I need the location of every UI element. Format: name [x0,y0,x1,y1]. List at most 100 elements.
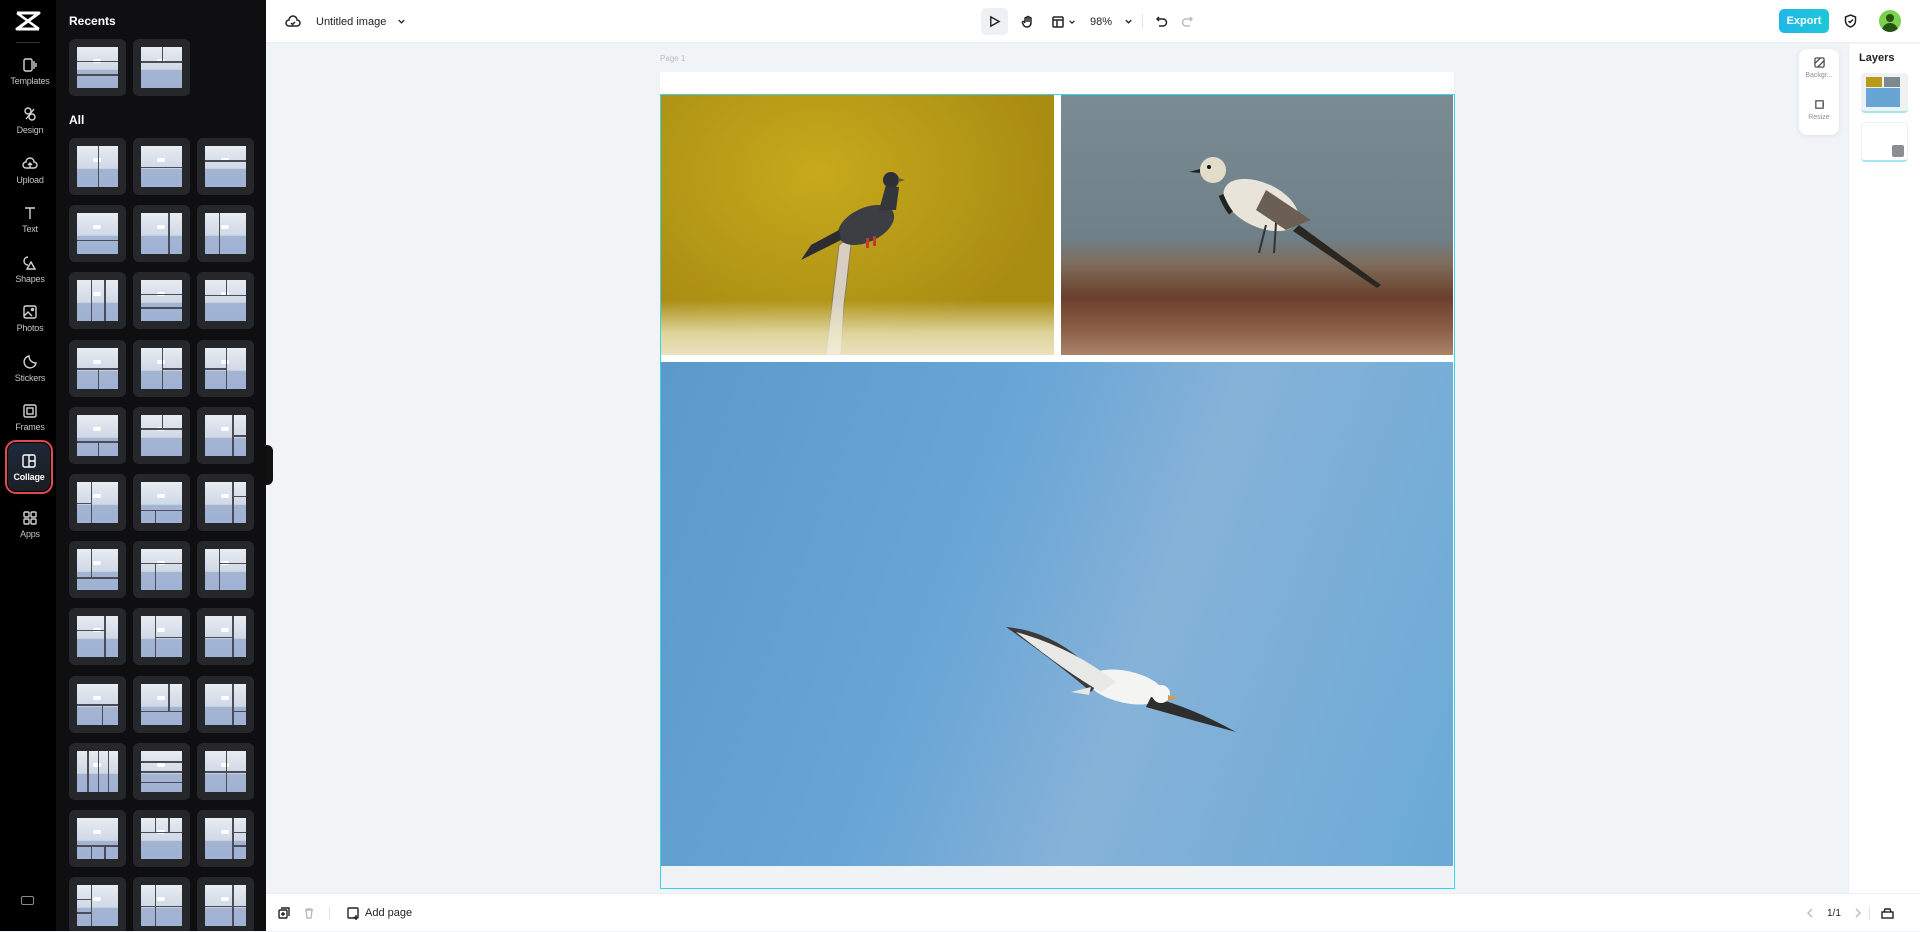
collage-photo-wagtail[interactable] [1061,95,1453,355]
layout-option-3-rows[interactable] [133,272,190,330]
cloud-icon [93,897,101,902]
collage-icon [22,453,36,468]
layout-option-2-left-stack-1-right[interactable] [69,608,126,666]
layout-option-2-top-1-bottom[interactable] [197,272,254,330]
recent-layout-3-rows[interactable] [69,39,126,96]
add-page-icon [347,906,359,920]
rail-item-text[interactable]: Text [8,195,52,243]
resize-button[interactable]: Resize [1799,99,1839,121]
delete-page-button[interactable] [303,894,319,932]
layout-divider [104,616,106,658]
layout-option-1-left-2-right-c[interactable] [197,675,254,733]
collage-panel: Recents All [56,0,266,931]
templates-icon [23,57,37,72]
hand-tool-button[interactable] [1014,8,1041,35]
layout-option-2-left-1-right-b[interactable] [197,608,254,666]
layout-option-1-top-small-1-bottom[interactable] [197,138,254,195]
layout-option-3-top-1-bottom[interactable] [133,810,190,867]
layout-divider [154,562,157,591]
rail-item-shapes[interactable]: Shapes [8,245,52,293]
rail-item-collage[interactable]: Collage [5,440,53,494]
cloud-icon [157,762,165,767]
layout-option-2x2-grid-b[interactable] [133,877,190,931]
page-manager-button[interactable] [1881,894,1894,932]
left-rail: Templates Design Upload Text Shapes Phot… [0,0,56,931]
layout-option-1-left-2-right[interactable] [133,339,190,397]
rail-item-upload[interactable]: Upload [8,146,52,194]
rail-item-templates[interactable]: Templates [8,47,52,95]
layout-divider [168,213,170,255]
layout-option-1-top-2-bottom-split[interactable] [133,541,190,599]
export-button[interactable]: Export [1779,9,1829,33]
background-button[interactable]: Backgr... [1799,57,1839,79]
layout-option-2-columns-left-wide[interactable] [133,205,190,263]
add-page-label: Add page [365,907,413,919]
layout-option-2-top-1-bottom-wide[interactable] [69,541,126,599]
layout-option-3-columns[interactable] [69,272,126,330]
recent-layout-2-top-1-bottom[interactable] [133,39,190,96]
layout-option-2-rows[interactable] [133,138,190,195]
layout-preview [205,482,246,523]
layout-preview [205,146,246,187]
layout-option-2-top-1-bottom-c[interactable] [133,675,190,733]
cloud-icon [93,695,101,700]
layout-divider [232,435,246,437]
document-title[interactable]: Untitled image [316,13,386,31]
select-tool-button[interactable] [981,8,1008,35]
layout-option-2-top-small-1-bottom[interactable] [133,406,190,464]
layout-option-2-columns-right-wide[interactable] [197,205,254,263]
layout-option-1-left-2-right-stack-b[interactable] [133,608,190,666]
rail-item-photos[interactable]: Photos [8,294,52,342]
layout-option-1-top-1-bottom-small[interactable] [69,205,126,263]
layout-option-1-left-2-right-narrow[interactable] [197,474,254,531]
layout-divider [218,562,246,565]
layout-option-4-rows[interactable] [133,742,190,800]
collage-photo-seagull[interactable] [661,362,1453,866]
layout-option-1-top-2-bottom[interactable] [69,339,126,397]
layout-option-2-columns[interactable] [69,138,126,195]
layout-option-2-left-1-right-stack[interactable] [69,474,126,531]
layout-option-1-top-3-bottom[interactable] [69,810,126,867]
layout-option-1-left-2-right-split[interactable] [197,541,254,599]
layout-option-2x2-grid-c[interactable] [197,877,254,931]
layout-option-2x2-grid[interactable] [197,742,254,800]
undo-button[interactable] [1153,12,1171,30]
layout-preview [205,347,246,389]
duplicate-page-icon [278,907,290,919]
zoom-chevron-down-icon[interactable] [1121,14,1135,28]
collage-photo-pigeon[interactable] [661,95,1054,355]
layout-option-3-left-1-right[interactable] [69,877,126,931]
redo-button[interactable] [1178,12,1196,30]
layout-option-4-columns[interactable] [69,742,126,800]
shield-check-icon[interactable] [1841,12,1859,30]
rail-item-design[interactable]: Design [8,96,52,144]
layout-option-1-top-2-bottom-small[interactable] [69,406,126,464]
layout-option-1-top-2-bottom-c[interactable] [69,675,126,733]
layout-tool-button[interactable] [1046,8,1082,35]
rail-item-label: Text [22,223,38,234]
cloud-sync-icon[interactable] [284,13,302,31]
layout-option-2-left-1-right[interactable] [197,339,254,397]
page-empty-area [661,866,1453,888]
prev-page-button[interactable] [1806,894,1814,932]
next-page-button[interactable] [1854,894,1862,932]
rail-item-apps[interactable]: Apps [8,500,52,548]
user-avatar[interactable] [1879,10,1901,32]
add-page-button[interactable]: Add page [347,894,412,932]
layer-item-collage[interactable] [1861,73,1908,113]
layout-option-1-left-3-right[interactable] [197,810,254,867]
page-label: Page 1 [660,54,686,63]
layout-divider [77,239,118,242]
layer-item-background[interactable] [1861,122,1908,162]
zoom-level[interactable]: 98% [1086,8,1116,35]
layout-divider [141,771,182,773]
keyboard-shortcuts-icon[interactable] [21,896,34,905]
title-chevron-down-icon[interactable] [394,14,408,28]
rail-item-stickers[interactable]: Stickers [8,344,52,392]
layout-option-1-left-2-right-stack[interactable] [197,406,254,464]
rail-item-frames[interactable]: Frames [8,393,52,441]
duplicate-page-button[interactable] [278,894,294,932]
layout-option-1-top-2-bottom-wide[interactable] [133,474,190,531]
panel-collapse-handle[interactable] [266,445,273,485]
capcut-logo[interactable] [14,10,42,32]
